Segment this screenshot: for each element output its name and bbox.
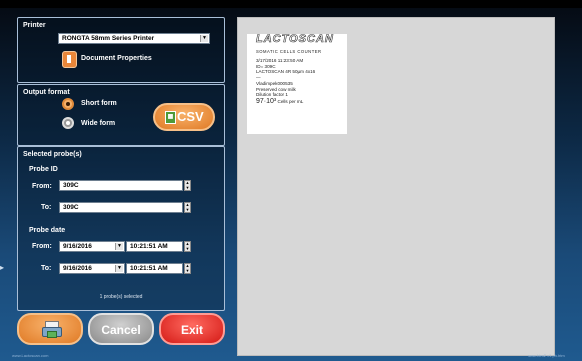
short-form-radio[interactable]	[62, 98, 74, 110]
cancel-label: Cancel	[101, 323, 141, 337]
date-from-picker[interactable]: 9/16/2016 ▼	[59, 241, 125, 252]
probe-id-from-spinner[interactable]: ▲ ▼	[184, 180, 191, 191]
chevron-down-icon[interactable]: ▼	[115, 243, 123, 250]
probe-id-to-label: To:	[41, 204, 52, 211]
receipt-line: LACTOSCAN 4R 50µm 4x16	[256, 69, 316, 75]
chevron-down-icon[interactable]: ▼	[115, 265, 123, 272]
document-properties-label[interactable]: Document Properties	[81, 55, 152, 62]
probes-selected-count: 1 probe(s) selected	[99, 294, 143, 300]
selected-probes-panel: Selected probe(s) Probe ID From: 309C ▲ ▼…	[17, 146, 225, 311]
date-from-value: 9/16/2016	[63, 243, 92, 250]
selected-probes-title: Selected probe(s)	[23, 151, 82, 158]
receipt-result-unit: Cells per mL	[277, 98, 304, 104]
printer-icon	[42, 321, 62, 338]
date-to-value: 9/16/2016	[63, 265, 92, 272]
printer-select-value: RONGTA 58mm Series Printer	[62, 35, 155, 42]
time-from-spinner[interactable]: ▲ ▼	[184, 241, 191, 252]
radio-selected-dot	[66, 102, 70, 106]
wide-form-label[interactable]: Wide form	[81, 120, 115, 127]
chevron-down-icon[interactable]: ▼	[200, 35, 208, 42]
footer-website: www.Lactoscan.com	[12, 353, 49, 358]
short-form-label[interactable]: Short form	[81, 100, 117, 107]
time-from-input[interactable]: 10:21:51 AM	[126, 241, 183, 252]
exit-button[interactable]: Exit	[159, 313, 225, 345]
receipt-preview: LACTOSCAN SOMATIC CELLS COUNTER 3/17/201…	[247, 33, 347, 134]
probe-id-label: Probe ID	[29, 166, 58, 173]
printer-title: Printer	[23, 22, 46, 29]
print-preview-area: LACTOSCAN SOMATIC CELLS COUNTER 3/17/201…	[237, 17, 555, 356]
probe-id-from-label: From:	[32, 183, 52, 190]
arrow-right-icon: ▸	[0, 263, 5, 272]
probe-date-label: Probe date	[29, 227, 66, 234]
document-properties-button[interactable]	[62, 51, 77, 68]
time-to-spinner[interactable]: ▲ ▼	[184, 263, 191, 274]
date-to-label: To:	[41, 265, 52, 272]
wide-form-radio[interactable]	[62, 117, 74, 129]
csv-label: CSV	[177, 109, 204, 124]
receipt-result-value: 97·10³	[256, 97, 277, 105]
printer-properties-icon	[67, 55, 71, 63]
output-format-panel: Output format Short form Wide form ▦ CSV	[17, 84, 225, 146]
csv-file-icon: ▦	[165, 111, 176, 124]
cancel-button[interactable]: Cancel	[88, 313, 154, 345]
date-to-picker[interactable]: 9/16/2016 ▼	[59, 263, 125, 274]
receipt-result: 97·10³ Cells per mL	[256, 97, 315, 105]
print-dialog-window: Printer RONGTA 58mm Series Printer ▼ Doc…	[0, 8, 582, 361]
print-button[interactable]	[17, 313, 83, 345]
probe-id-to-spinner[interactable]: ▲ ▼	[184, 202, 191, 213]
exit-label: Exit	[180, 323, 203, 337]
footer-version: scsc.htm2 v1.ph.htm	[528, 353, 565, 358]
printer-select[interactable]: RONGTA 58mm Series Printer ▼	[58, 33, 210, 44]
probe-id-to-input[interactable]: 309C	[59, 202, 183, 213]
time-to-input[interactable]: 10:21:51 AM	[126, 263, 183, 274]
date-from-label: From:	[32, 243, 52, 250]
output-format-title: Output format	[23, 89, 70, 96]
probe-id-from-input[interactable]: 309C	[59, 180, 183, 191]
printer-panel: Printer RONGTA 58mm Series Printer ▼ Doc…	[17, 17, 225, 83]
receipt-brand-logo: LACTOSCAN	[256, 33, 334, 45]
radio-dot	[66, 121, 70, 125]
csv-button[interactable]: ▦ CSV	[153, 103, 215, 131]
receipt-subtitle: SOMATIC CELLS COUNTER	[256, 49, 322, 54]
